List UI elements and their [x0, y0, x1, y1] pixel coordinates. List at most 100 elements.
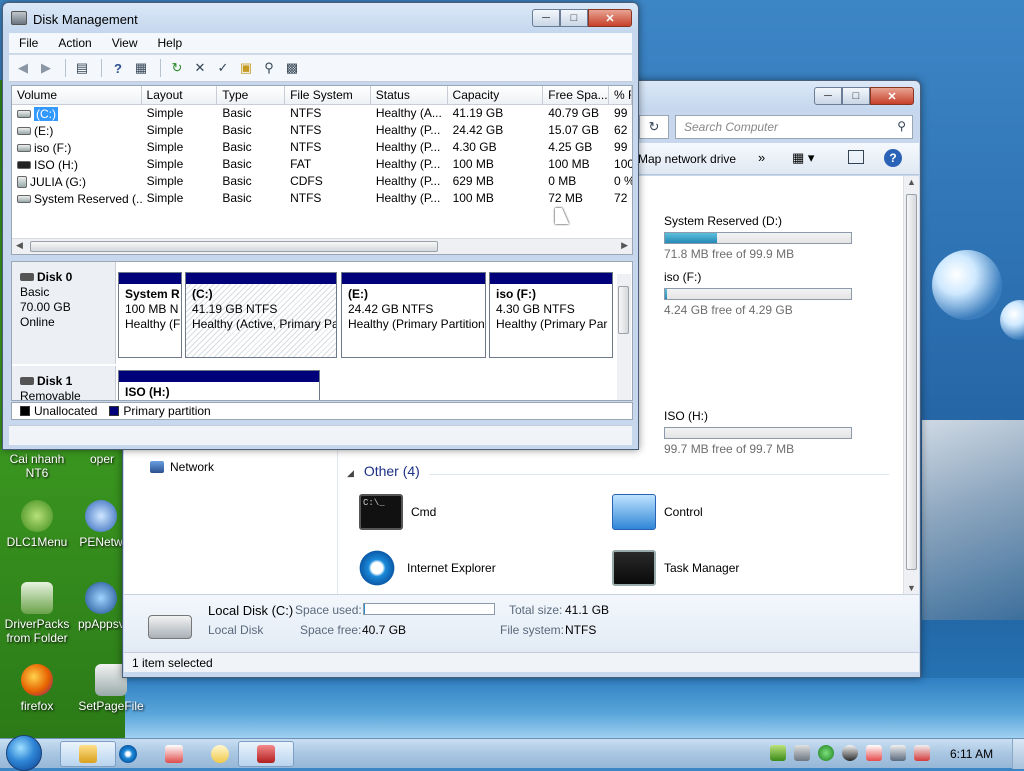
close-button[interactable]: ✕ — [588, 9, 632, 27]
start-button[interactable] — [6, 735, 42, 771]
column-header-percent-free[interactable]: % F — [609, 86, 632, 104]
menu-help[interactable]: Help — [148, 36, 193, 50]
table-row[interactable]: (C:) Simple Basic NTFS Healthy (A... 41.… — [12, 105, 632, 122]
scroll-down-icon[interactable]: ▼ — [907, 583, 916, 593]
minimize-button[interactable]: ─ — [814, 87, 842, 105]
drive-item-iso-h[interactable]: ISO (H:) 99.7 MB free of 99.7 MB — [664, 409, 852, 456]
minimize-button[interactable]: ─ — [532, 9, 560, 27]
scroll-thumb[interactable] — [30, 241, 438, 252]
table-row[interactable]: (E:) Simple Basic NTFS Healthy (P... 24.… — [12, 122, 632, 139]
toolbar-separator — [160, 59, 161, 77]
scroll-left-icon[interactable]: ◀ — [16, 240, 23, 251]
help-button[interactable]: ? — [108, 59, 128, 77]
clock[interactable]: 6:11 AM — [950, 747, 993, 761]
desktop-icon-penetw[interactable]: PENetw — [78, 500, 124, 549]
check-button[interactable]: ✓ — [213, 59, 233, 77]
chat-icon — [211, 745, 229, 763]
partition-iso-h[interactable]: ISO (H:) — [118, 370, 320, 400]
table-row[interactable]: ISO (H:) Simple Basic FAT Healthy (P... … — [12, 156, 632, 173]
maximize-button[interactable]: □ — [560, 9, 588, 27]
column-header-volume[interactable]: Volume — [12, 86, 142, 104]
scroll-up-icon[interactable]: ▲ — [907, 177, 916, 187]
partition-iso-f[interactable]: iso (F:) 4.30 GB NTFS Healthy (Primary P… — [489, 272, 613, 358]
search-input[interactable]: Search Computer ⚲ — [675, 115, 913, 139]
drive-icon — [17, 160, 31, 169]
close-button[interactable]: ✕ — [870, 87, 914, 105]
desktop-icon-oper[interactable]: oper — [80, 452, 124, 466]
back-button[interactable]: ◀ — [13, 59, 33, 77]
explore-button[interactable]: ⚲ — [259, 59, 279, 77]
cell-type: Basic — [222, 174, 252, 188]
table-row[interactable]: System Reserved (... Simple Basic NTFS H… — [12, 190, 632, 207]
column-header-free-space[interactable]: Free Spa... — [543, 86, 610, 104]
tray-speaker-muted-icon[interactable] — [914, 745, 930, 761]
legend-swatch-unallocated — [20, 406, 30, 416]
column-header-capacity[interactable]: Capacity — [448, 86, 544, 104]
refresh-button[interactable]: ↻ — [639, 115, 669, 139]
drive-item-iso-f[interactable]: iso (F:) 4.24 GB free of 4.29 GB — [664, 270, 852, 317]
scroll-thumb[interactable] — [906, 194, 917, 570]
table-row[interactable]: JULIA (G:) Simple Basic CDFS Healthy (P.… — [12, 173, 632, 190]
tray-monitor-icon[interactable] — [890, 745, 906, 761]
table-row[interactable]: iso (F:) Simple Basic NTFS Healthy (P...… — [12, 139, 632, 156]
tray-volume-icon[interactable] — [794, 745, 810, 761]
desktop-icon-firefox[interactable]: firefox — [2, 664, 72, 713]
other-item-control[interactable]: Control — [612, 494, 703, 530]
desktop-icon-label: SetPageFile — [78, 699, 144, 713]
maximize-button[interactable]: □ — [842, 87, 870, 105]
scroll-thumb[interactable] — [618, 286, 629, 334]
more-commands-button[interactable]: » — [758, 150, 765, 165]
disk-management-window: Disk Management ─ □ ✕ File Action View H… — [2, 2, 639, 450]
other-item-cmd[interactable]: C:\_ Cmd — [359, 494, 436, 530]
tray-media-icon[interactable] — [818, 745, 834, 761]
preview-pane-button[interactable] — [848, 150, 864, 164]
horizontal-scrollbar[interactable]: ◀ ▶ — [12, 238, 632, 254]
disk-1-label[interactable]: Disk 1 Removable — [12, 366, 116, 400]
scroll-right-icon[interactable]: ▶ — [621, 240, 628, 251]
forward-button[interactable]: ▶ — [36, 59, 56, 77]
other-item-task-manager[interactable]: Task Manager — [612, 550, 739, 586]
tray-network-icon[interactable] — [770, 745, 786, 761]
partition-c[interactable]: (C:) 41.19 GB NTFS Healthy (Active, Prim… — [185, 272, 337, 358]
menu-view[interactable]: View — [102, 36, 148, 50]
cell-free-space: 100 MB — [548, 157, 590, 171]
nav-item-label: Network — [170, 460, 215, 474]
other-item-internet-explorer[interactable]: Internet Explorer — [359, 550, 496, 586]
change-view-button[interactable]: ▦ ▾ — [792, 150, 814, 166]
disk-name-text: Disk 0 — [37, 270, 73, 284]
group-heading-other[interactable]: ◢ Other (4) — [347, 463, 420, 479]
disk-0-label[interactable]: Disk 0 Basic 70.00 GB Online — [12, 262, 116, 364]
disk-management-titlebar[interactable]: Disk Management ─ □ ✕ — [3, 3, 638, 33]
back-arrow-icon: ◀ — [18, 60, 28, 75]
map-network-drive-button[interactable]: Map network drive — [638, 152, 736, 166]
nav-item-network[interactable]: Network — [150, 460, 214, 474]
tray-eject-icon[interactable] — [842, 745, 858, 761]
disk-name: Disk 0 — [20, 270, 107, 285]
open-button[interactable]: ▣ — [236, 59, 256, 77]
vertical-scrollbar[interactable] — [617, 274, 631, 400]
delete-button[interactable]: ✕ — [190, 59, 210, 77]
desktop-icon-ppappsv[interactable]: ppAppsv — [78, 582, 124, 631]
tray-flag-icon[interactable] — [866, 745, 882, 761]
desktop-icon-label: oper — [89, 452, 115, 466]
refresh-button[interactable]: ↻ — [167, 59, 187, 77]
column-header-layout[interactable]: Layout — [142, 86, 218, 104]
show-desktop-button[interactable] — [1012, 739, 1024, 769]
desktop-icon-cai-nhanh[interactable]: Cai nhanh NT6 — [2, 452, 72, 480]
desktop-icon-dlc1menu[interactable]: DLC1Menu — [2, 500, 72, 549]
taskbar-disk-management-button[interactable] — [238, 741, 294, 767]
column-header-type[interactable]: Type — [217, 86, 286, 104]
desktop-icon-driverpacks[interactable]: DriverPacks from Folder — [2, 582, 72, 645]
column-header-file-system[interactable]: File System — [285, 86, 371, 104]
vertical-scrollbar[interactable]: ▲ ▼ — [903, 176, 919, 594]
drive-item-system-reserved[interactable]: System Reserved (D:) 71.8 MB free of 99.… — [664, 214, 852, 261]
show-hide-console-tree-button[interactable]: ▤ — [72, 59, 92, 77]
help-button[interactable]: ? — [884, 149, 902, 167]
menu-file[interactable]: File — [9, 36, 48, 50]
partition-system-reserved[interactable]: System R 100 MB N Healthy (F — [118, 272, 182, 358]
properties-button[interactable]: ▦ — [131, 59, 151, 77]
column-header-status[interactable]: Status — [371, 86, 448, 104]
settings-button[interactable]: ▩ — [282, 59, 302, 77]
partition-e[interactable]: (E:) 24.42 GB NTFS Healthy (Primary Part… — [341, 272, 486, 358]
menu-action[interactable]: Action — [48, 36, 101, 50]
